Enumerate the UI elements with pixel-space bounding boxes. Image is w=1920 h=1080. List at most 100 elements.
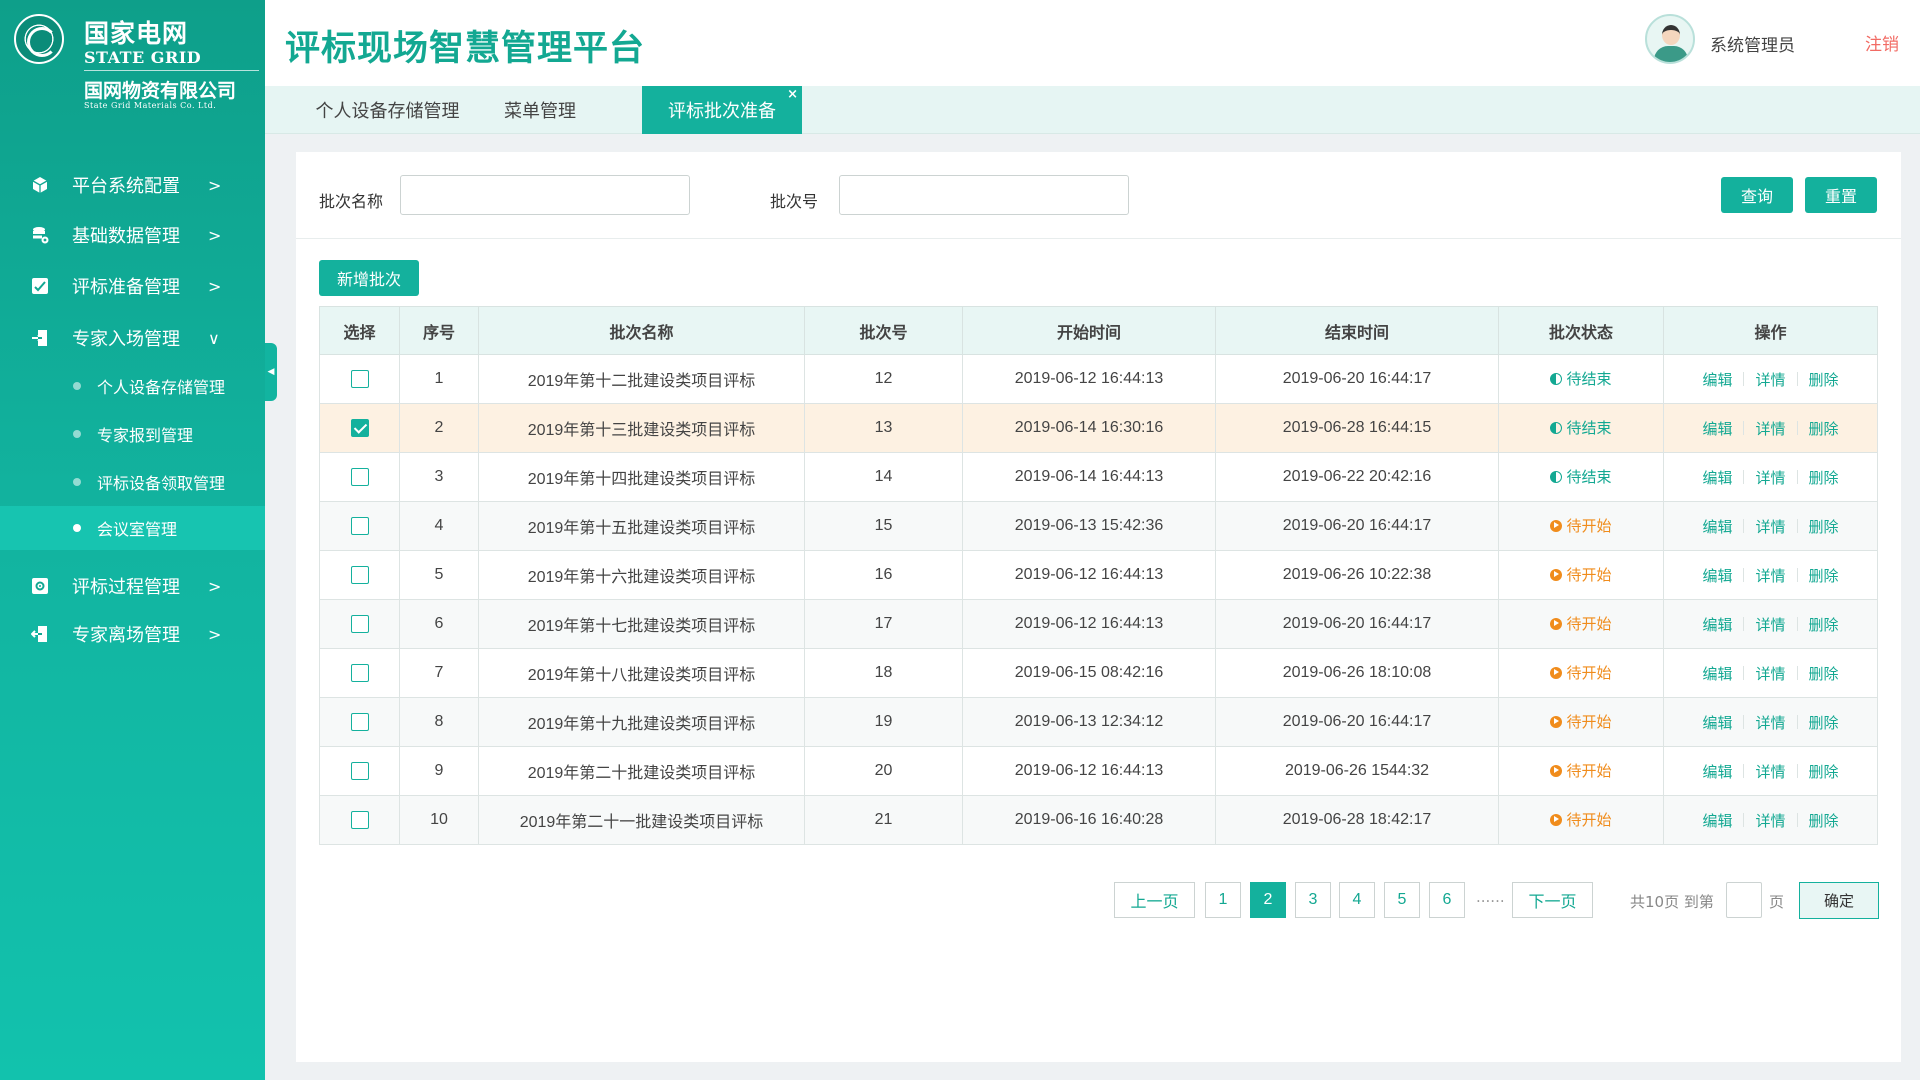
page-button[interactable]: 6 xyxy=(1429,882,1465,918)
row-checkbox[interactable] xyxy=(350,663,369,682)
end-time-cell: 2019-06-22 20:42:16 xyxy=(1215,452,1499,502)
delete-link[interactable]: 删除 xyxy=(1798,810,1850,831)
delete-link[interactable]: 删除 xyxy=(1798,761,1850,782)
table-row[interactable]: 2 2019年第十三批建设类项目评标 13 2019-06-14 16:30:16 20… xyxy=(319,403,1878,453)
edit-link[interactable]: 编辑 xyxy=(1691,712,1743,733)
details-link[interactable]: 详情 xyxy=(1744,467,1796,488)
table-row[interactable]: 9 2019年第二十批建设类项目评标 20 2019-06-12 16:44:13 20… xyxy=(319,746,1878,796)
jump-page-input[interactable] xyxy=(1726,882,1762,918)
edit-link[interactable]: 编辑 xyxy=(1691,467,1743,488)
tab-menu-management[interactable]: 菜单管理 xyxy=(485,86,595,134)
delete-link[interactable]: 删除 xyxy=(1798,614,1850,635)
row-checkbox[interactable] xyxy=(350,418,369,437)
sidebar-subitem-expert-checkin[interactable]: 专家报到管理 xyxy=(0,412,265,456)
start-time-cell: 2019-06-13 12:34:12 xyxy=(962,697,1216,747)
sidebar-item-platform-config[interactable]: 平台系统配置 > xyxy=(0,163,265,207)
edit-link[interactable]: 编辑 xyxy=(1691,565,1743,586)
table-row[interactable]: 3 2019年第十四批建设类项目评标 14 2019-06-14 16:44:13 20… xyxy=(319,452,1878,502)
avatar[interactable] xyxy=(1645,14,1695,64)
batch-no-cell: 14 xyxy=(804,452,963,502)
delete-link[interactable]: 删除 xyxy=(1798,467,1850,488)
table-row[interactable]: 10 2019年第二十一批建设类项目评标 21 2019-06-16 16:40:28… xyxy=(319,795,1878,845)
logout-link[interactable]: 注销 xyxy=(1865,30,1899,55)
status-text: 待开始 xyxy=(1566,664,1612,683)
tab-label: 菜单管理 xyxy=(504,101,576,122)
row-checkbox[interactable] xyxy=(350,712,369,731)
next-page-button[interactable]: 下一页 xyxy=(1512,882,1593,918)
start-time-cell: 2019-06-15 08:42:16 xyxy=(962,648,1216,698)
batch-no-input[interactable] xyxy=(839,175,1129,215)
edit-link[interactable]: 编辑 xyxy=(1691,761,1743,782)
details-link[interactable]: 详情 xyxy=(1744,614,1796,635)
edit-link[interactable]: 编辑 xyxy=(1691,810,1743,831)
delete-link[interactable]: 删除 xyxy=(1798,418,1850,439)
row-checkbox[interactable] xyxy=(350,614,369,633)
tab-device-storage[interactable]: 个人设备存储管理 xyxy=(305,86,470,134)
sidebar-subitem-label: 专家报到管理 xyxy=(97,426,194,445)
status-cell: 待结束 xyxy=(1498,354,1664,404)
batch-name-cell: 2019年第十五批建设类项目评标 xyxy=(478,501,805,551)
sidebar-item-expert-exit[interactable]: 专家离场管理 > xyxy=(0,612,265,656)
page-button[interactable]: 5 xyxy=(1384,882,1420,918)
edit-link[interactable]: 编辑 xyxy=(1691,614,1743,635)
delete-link[interactable]: 删除 xyxy=(1798,712,1850,733)
details-link[interactable]: 详情 xyxy=(1744,810,1796,831)
status-cell: 待开始 xyxy=(1498,599,1664,649)
edit-link[interactable]: 编辑 xyxy=(1691,663,1743,684)
close-icon[interactable]: × xyxy=(787,87,798,102)
row-checkbox[interactable] xyxy=(350,369,369,388)
edit-link[interactable]: 编辑 xyxy=(1691,516,1743,537)
state-grid-emblem-icon xyxy=(14,14,64,64)
row-checkbox[interactable] xyxy=(350,810,369,829)
sidebar-item-expert-entry[interactable]: 专家入场管理 ∨ xyxy=(0,316,265,360)
delete-link[interactable]: 删除 xyxy=(1798,369,1850,390)
table-row[interactable]: 1 2019年第十二批建设类项目评标 12 2019-06-12 16:44:13 20… xyxy=(319,354,1878,404)
sidebar-item-bid-process[interactable]: 评标过程管理 > xyxy=(0,564,265,608)
row-checkbox[interactable] xyxy=(350,565,369,584)
page-ellipsis: ...... xyxy=(1476,888,1505,906)
table-row[interactable]: 8 2019年第十九批建设类项目评标 19 2019-06-13 12:34:12 20… xyxy=(319,697,1878,747)
delete-link[interactable]: 删除 xyxy=(1798,565,1850,586)
tab-batch-prep[interactable]: 评标批次准备 × xyxy=(642,86,802,134)
details-link[interactable]: 详情 xyxy=(1744,712,1796,733)
reset-button[interactable]: 重置 xyxy=(1805,177,1877,213)
page-button[interactable]: 1 xyxy=(1205,882,1241,918)
sidebar-item-basic-data[interactable]: 基础数据管理 > xyxy=(0,213,265,257)
batch-name-input[interactable] xyxy=(400,175,690,215)
add-batch-button[interactable]: 新增批次 xyxy=(319,260,419,296)
details-link[interactable]: 详情 xyxy=(1744,418,1796,439)
sidebar-item-label: 专家入场管理 xyxy=(72,329,180,350)
sidebar-subitem-meeting-room[interactable]: 会议室管理 xyxy=(0,506,265,550)
row-checkbox[interactable] xyxy=(350,516,369,535)
table-row[interactable]: 6 2019年第十七批建设类项目评标 17 2019-06-12 16:44:13 20… xyxy=(319,599,1878,649)
edit-link[interactable]: 编辑 xyxy=(1691,418,1743,439)
details-link[interactable]: 详情 xyxy=(1744,369,1796,390)
row-checkbox[interactable] xyxy=(350,467,369,486)
row-actions: 编辑 详情 删除 xyxy=(1691,663,1849,684)
row-number: 1 xyxy=(399,354,479,404)
query-button[interactable]: 查询 xyxy=(1721,177,1793,213)
sidebar-subitem-device-pickup[interactable]: 评标设备领取管理 xyxy=(0,460,265,504)
table-row[interactable]: 4 2019年第十五批建设类项目评标 15 2019-06-13 15:42:36 20… xyxy=(319,501,1878,551)
details-link[interactable]: 详情 xyxy=(1744,761,1796,782)
details-link[interactable]: 详情 xyxy=(1744,565,1796,586)
details-link[interactable]: 详情 xyxy=(1744,663,1796,684)
page-button[interactable]: 4 xyxy=(1339,882,1375,918)
sidebar-subitem-device-storage[interactable]: 个人设备存储管理 xyxy=(0,364,265,408)
sidebar-collapse-handle[interactable]: ◀ xyxy=(265,343,277,401)
row-number: 6 xyxy=(399,599,479,649)
batch-no-cell: 16 xyxy=(804,550,963,600)
delete-link[interactable]: 删除 xyxy=(1798,663,1850,684)
page-button-current[interactable]: 2 xyxy=(1250,882,1286,918)
details-link[interactable]: 详情 xyxy=(1744,516,1796,537)
delete-link[interactable]: 删除 xyxy=(1798,516,1850,537)
prev-page-button[interactable]: 上一页 xyxy=(1114,882,1195,918)
main-panel: 批次名称 批次号 查询 重置 新增批次 选择 序号 批次名称 批次号 开始时间 … xyxy=(296,152,1901,1062)
table-row[interactable]: 7 2019年第十八批建设类项目评标 18 2019-06-15 08:42:16 20… xyxy=(319,648,1878,698)
edit-link[interactable]: 编辑 xyxy=(1691,369,1743,390)
confirm-jump-button[interactable]: 确定 xyxy=(1799,882,1879,919)
sidebar-item-bid-prep[interactable]: 评标准备管理 > xyxy=(0,264,265,308)
page-button[interactable]: 3 xyxy=(1295,882,1331,918)
table-row[interactable]: 5 2019年第十六批建设类项目评标 16 2019-06-12 16:44:13 20… xyxy=(319,550,1878,600)
row-checkbox[interactable] xyxy=(350,761,369,780)
